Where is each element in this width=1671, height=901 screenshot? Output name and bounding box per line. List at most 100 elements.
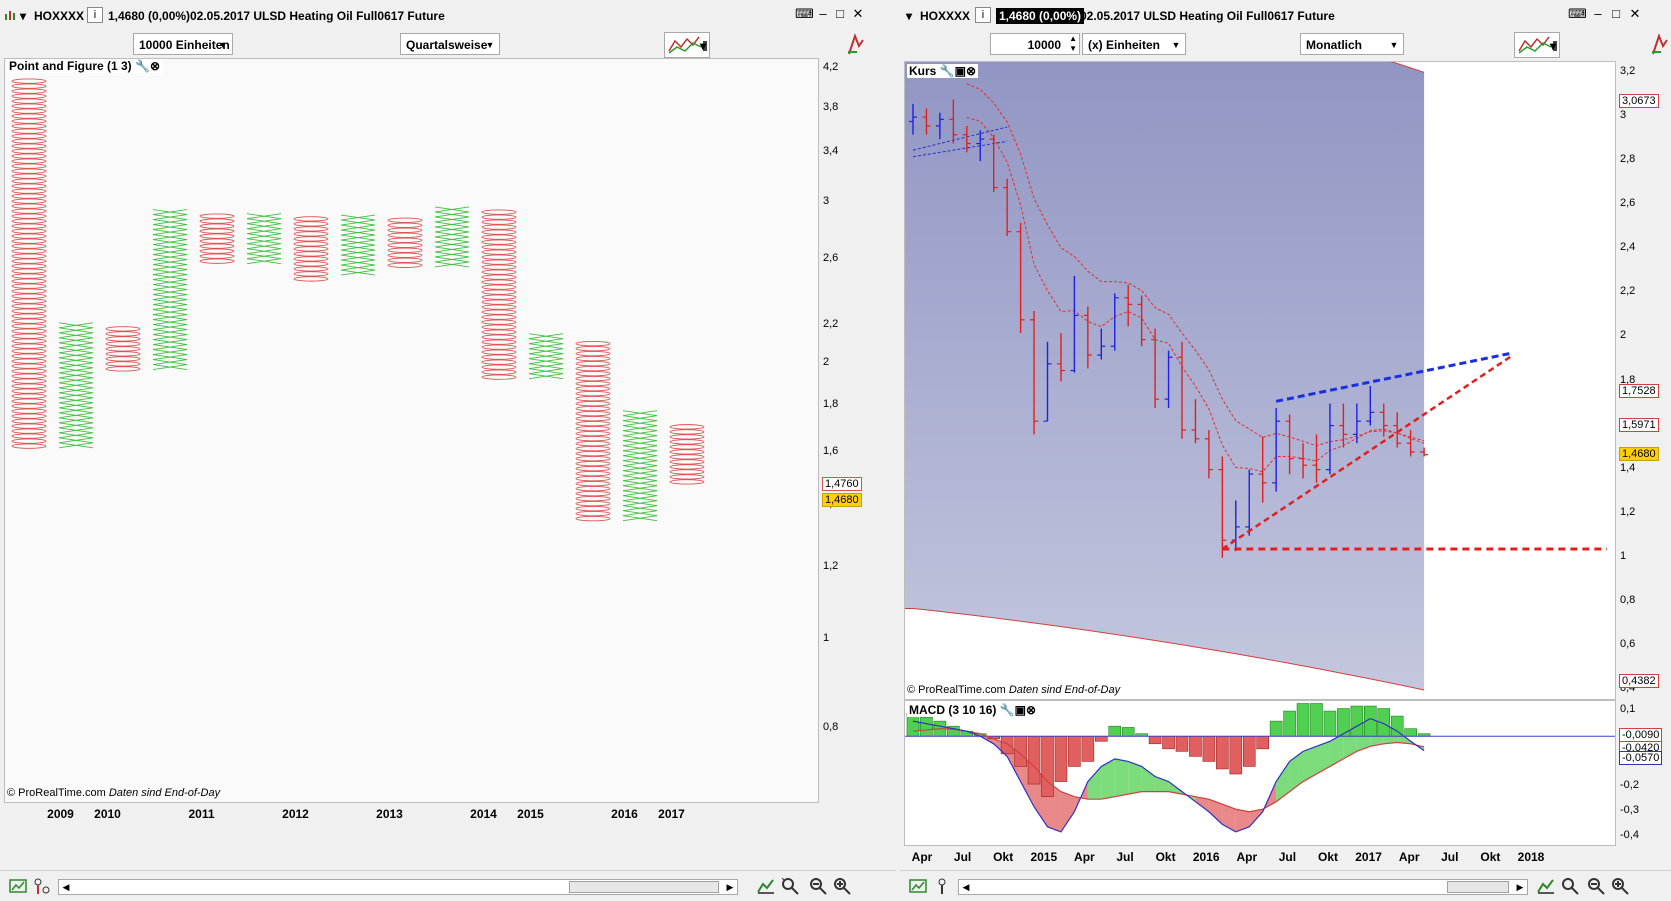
info-icon[interactable]: i <box>87 7 103 23</box>
macd-histogram-bar <box>1121 727 1135 737</box>
close-button[interactable]: ✕ <box>1627 7 1643 21</box>
period-dropdown[interactable]: Quartalsweise ▼ <box>400 33 500 55</box>
pf-o-box <box>575 470 611 477</box>
scroll-left-icon[interactable]: ◀ <box>959 880 973 894</box>
drawing-tools-icon[interactable] <box>32 876 52 896</box>
symbol-label[interactable]: HOXXXX <box>920 9 970 23</box>
pf-x-box <box>152 219 188 226</box>
chart-export-icon[interactable] <box>8 876 28 896</box>
pf-o-box <box>199 243 235 249</box>
auto-scale-icon[interactable] <box>756 876 776 896</box>
drawing-tools-icon[interactable] <box>932 876 952 896</box>
time-x-tick-label: Okt <box>1155 850 1176 864</box>
price-plot-area[interactable]: Kurs 🔧▣⊗ © ProRealTime.com Daten sind En… <box>904 61 1616 700</box>
time-x-tick-label: Apr <box>1398 850 1420 864</box>
price-y-tick-label: 3 <box>1620 109 1627 122</box>
keyboard-icon[interactable]: ⌨ <box>795 7 814 21</box>
bottom-toolbar: ◀ ▶ <box>0 870 896 901</box>
period-dropdown[interactable]: Monatlich ▼ <box>1300 33 1404 55</box>
pf-o-box <box>11 333 47 339</box>
pf-x-tick-label: 2009 <box>47 807 74 821</box>
pf-o-column <box>105 326 141 372</box>
macd-histogram-bar <box>1256 735 1270 750</box>
pf-o-box <box>199 248 235 254</box>
keyboard-icon[interactable]: ⌨ <box>1568 7 1587 21</box>
pf-o-box <box>481 334 517 340</box>
zoom-out-icon[interactable] <box>1586 876 1606 896</box>
window-icon[interactable]: ▣ <box>1015 703 1026 717</box>
scroll-right-icon[interactable]: ▶ <box>723 880 737 894</box>
zoom-area-icon[interactable] <box>780 876 800 896</box>
pf-o-box <box>105 361 141 367</box>
scroll-thumb[interactable] <box>569 881 719 893</box>
pf-o-box <box>481 289 517 295</box>
pf-o-box <box>11 123 47 129</box>
pf-o-box <box>293 261 329 267</box>
price-tag-ma-long: 1,7528 <box>1619 383 1659 398</box>
pf-o-box <box>11 403 47 409</box>
dropdown-arrow-icon[interactable]: ▾ <box>906 9 912 23</box>
pf-o-box <box>11 188 47 194</box>
macd-signal-fill <box>1114 758 1129 797</box>
pf-o-box <box>11 203 47 209</box>
wrench-icon[interactable]: 🔧 <box>940 64 955 78</box>
auto-scale-icon[interactable] <box>1536 876 1556 896</box>
pf-x-box <box>152 359 188 366</box>
pf-x-box <box>58 402 94 409</box>
pf-plot-area[interactable]: Point and Figure (1 3) 🔧⊗ © ProRealTime.… <box>4 58 819 803</box>
pf-o-box <box>575 370 611 377</box>
price-y-axis: 3,232,82,62,42,221,81,61,41,210,80,60,43… <box>1616 61 1671 700</box>
pf-o-box <box>387 237 423 243</box>
close-icon[interactable]: ⊗ <box>966 64 976 78</box>
pf-o-box <box>387 247 423 253</box>
maximize-button[interactable]: □ <box>832 7 848 21</box>
scroll-right-icon[interactable]: ▶ <box>1513 880 1527 894</box>
pf-o-box <box>481 349 517 355</box>
pf-o-column <box>11 78 47 449</box>
pf-o-box <box>575 395 611 402</box>
zoom-area-icon[interactable] <box>1560 876 1580 896</box>
pf-o-box <box>669 464 705 470</box>
pf-x-box <box>152 234 188 241</box>
zoom-in-icon[interactable] <box>1610 876 1630 896</box>
chart-export-icon[interactable] <box>908 876 928 896</box>
scroll-left-icon[interactable]: ◀ <box>59 880 73 894</box>
minimize-button[interactable]: – <box>1590 7 1606 21</box>
maximize-button[interactable]: □ <box>1608 7 1624 21</box>
pf-o-box <box>387 222 423 228</box>
symbol-label[interactable]: HOXXXX <box>34 9 84 23</box>
pf-o-box <box>481 324 517 330</box>
units-dropdown[interactable]: (x) Einheiten ▼ <box>1082 33 1186 55</box>
units-spinner[interactable]: 10000 ▲ ▼ <box>990 33 1080 55</box>
pf-o-box <box>575 505 611 512</box>
close-icon[interactable]: ⊗ <box>1026 703 1036 717</box>
minimize-button[interactable]: – <box>815 7 831 21</box>
pf-o-box <box>11 93 47 99</box>
dropdown-arrow-icon[interactable]: ▾ <box>20 9 26 23</box>
macd-plot-area[interactable]: MACD (3 10 16) 🔧▣⊗ <box>904 700 1616 846</box>
chevron-down-icon[interactable]: ▾ <box>1550 39 1556 53</box>
zoom-in-icon[interactable] <box>832 876 852 896</box>
pf-o-box <box>293 231 329 237</box>
pf-o-box <box>11 113 47 119</box>
pf-x-tick-label: 2014 <box>470 807 497 821</box>
indicator-icon[interactable] <box>845 32 865 56</box>
indicator-icon[interactable] <box>1649 32 1669 56</box>
pf-x-box <box>152 319 188 326</box>
pf-x-box <box>152 349 188 356</box>
pf-o-box <box>11 288 47 294</box>
info-icon[interactable]: i <box>975 7 991 23</box>
pf-o-box <box>481 369 517 375</box>
scroll-thumb[interactable] <box>1447 881 1509 893</box>
chevron-down-icon[interactable]: ▾ <box>700 39 706 53</box>
horizontal-scrollbar[interactable]: ◀ ▶ <box>58 879 738 895</box>
close-button[interactable]: ✕ <box>850 7 866 21</box>
horizontal-scrollbar[interactable]: ◀ ▶ <box>958 879 1528 895</box>
zoom-out-icon[interactable] <box>808 876 828 896</box>
spinner-arrows-icon[interactable]: ▲ ▼ <box>1069 34 1077 54</box>
pf-x-box <box>58 372 94 379</box>
window-icon[interactable]: ▣ <box>955 64 966 78</box>
wrench-icon[interactable]: 🔧 <box>1000 703 1015 717</box>
pf-o-box <box>481 239 517 245</box>
units-dropdown[interactable]: 10000 Einheiten ▼ <box>133 33 233 55</box>
